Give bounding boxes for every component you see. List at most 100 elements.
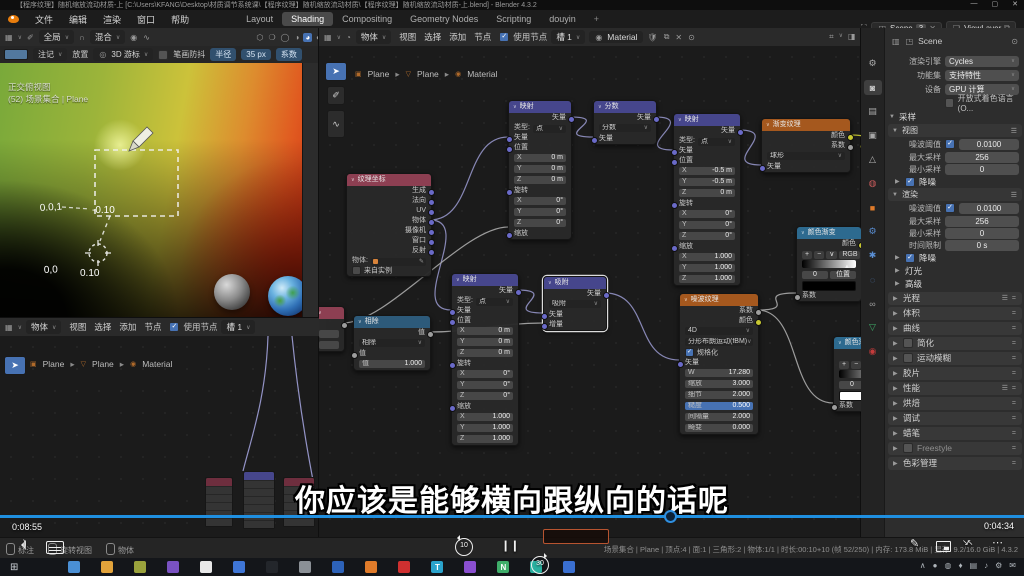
checkbox[interactable]: ✓ bbox=[905, 253, 915, 263]
socket-窗口[interactable] bbox=[428, 239, 435, 246]
video-progress-handle[interactable] bbox=[664, 510, 677, 523]
collapse-降噪[interactable]: ▶✓降噪 bbox=[885, 251, 1024, 264]
node-dropdown[interactable]: 4D∨ bbox=[685, 327, 753, 335]
socket-矢量[interactable] bbox=[677, 361, 684, 368]
node-clipped-node[interactable]: ∨ bbox=[319, 306, 345, 352]
socket-缩放[interactable] bbox=[506, 232, 513, 239]
video-progress-bar[interactable] bbox=[0, 515, 1024, 518]
socket-法向[interactable] bbox=[428, 199, 435, 206]
ramp-button[interactable]: RGB bbox=[839, 251, 860, 259]
tab-material[interactable]: ◉ bbox=[864, 344, 882, 359]
socket-位置[interactable] bbox=[671, 159, 678, 166]
panel-调试[interactable]: ▶调试= bbox=[888, 412, 1022, 426]
panel-体积[interactable]: ▶体积= bbox=[888, 307, 1022, 321]
node-value-field[interactable]: X0 m bbox=[457, 327, 513, 335]
shading-wireframe-icon[interactable]: ◯ bbox=[280, 33, 291, 42]
blender-logo-icon[interactable] bbox=[8, 15, 19, 23]
socket-矢量[interactable] bbox=[603, 292, 610, 299]
fullscreen-exit-icon[interactable]: ↘↖ bbox=[962, 538, 971, 547]
socket-摄像机[interactable] bbox=[428, 229, 435, 236]
node-value-field[interactable]: 细节2.000 bbox=[685, 391, 753, 399]
socket-矢量[interactable] bbox=[591, 137, 598, 144]
node-noise-texture[interactable]: ∨噪波纹理系数颜色4D∨分形布朗运动(fBM)∨✓规格化矢量W17.280缩放3… bbox=[679, 293, 759, 435]
tab-constraints[interactable]: ∞ bbox=[864, 296, 882, 311]
node-header[interactable]: ∨噪波纹理 bbox=[680, 294, 758, 306]
captions-icon[interactable] bbox=[46, 541, 64, 554]
socket-颜色[interactable] bbox=[755, 319, 762, 326]
tab-scene[interactable]: △ bbox=[864, 152, 882, 167]
socket-旋转[interactable] bbox=[671, 202, 678, 209]
socket-矢量[interactable] bbox=[737, 129, 744, 136]
ramp-index-field[interactable]: 0 bbox=[839, 381, 861, 389]
socket-系数[interactable] bbox=[831, 404, 838, 411]
shading-solid-icon[interactable]: ◑ bbox=[293, 33, 300, 42]
property-value-field[interactable]: 0 s bbox=[945, 240, 1019, 251]
node-menu-视图[interactable]: 视图 bbox=[65, 320, 90, 334]
node-texcoord[interactable]: ∨纹理坐标生成法向UV物体摄像机窗口反射物体:✎来自实例 bbox=[346, 173, 432, 277]
tray-icon-7[interactable]: ⚙ bbox=[995, 561, 1002, 570]
node-menu-节点[interactable]: 节点 bbox=[140, 320, 165, 334]
node-mapping-2[interactable]: ∨映射矢量类型:点∨矢量位置X-0.5 mY-0.5 mZ0 m旋转X0°Y0°… bbox=[673, 113, 741, 286]
collapse-降噪[interactable]: ▶✓降噪 bbox=[885, 175, 1024, 188]
overlays-icon[interactable]: ❍ bbox=[267, 33, 276, 42]
node-header[interactable]: ∨映射 bbox=[452, 274, 518, 286]
panel-色彩管理[interactable]: ▶色彩管理= bbox=[888, 457, 1022, 471]
node-value-field[interactable]: Y0° bbox=[514, 208, 566, 216]
node-value-field[interactable]: X1.000 bbox=[679, 253, 735, 261]
socket-位置[interactable] bbox=[449, 319, 456, 326]
object-field[interactable]: ✎ bbox=[371, 258, 426, 266]
node-value-field[interactable]: X1.000 bbox=[457, 413, 513, 421]
node-value-field[interactable]: Y0 m bbox=[514, 165, 566, 173]
snap-magnet-icon[interactable]: ∩ bbox=[78, 33, 86, 42]
minimize-button[interactable]: — bbox=[971, 0, 978, 8]
tray-icon-6[interactable]: ♪ bbox=[984, 561, 988, 570]
node-mapping-1[interactable]: ∨映射矢量类型:点∨矢量位置X0 mY0 mZ0 m旋转X0°Y0°Z0°缩放 bbox=[508, 100, 572, 240]
socket-矢量[interactable] bbox=[541, 313, 548, 320]
orientation-dropdown[interactable]: 全局∨ bbox=[39, 30, 74, 44]
tray-icon-2[interactable]: ● bbox=[933, 561, 938, 570]
collapse-高级[interactable]: ▶高级 bbox=[885, 277, 1024, 290]
menu-窗口[interactable]: 窗口 bbox=[129, 11, 163, 28]
collapse-icon[interactable]: ∨ bbox=[838, 337, 842, 349]
property-select[interactable]: 支持特性∨ bbox=[945, 70, 1019, 81]
node-value-field[interactable]: Z1.000 bbox=[457, 435, 513, 443]
node-value-field[interactable]: Z0 m bbox=[514, 176, 566, 184]
links-cut-tool-button[interactable]: ∿ bbox=[327, 110, 345, 138]
socket-位置[interactable] bbox=[506, 146, 513, 153]
property-value-field[interactable]: 0.0100 bbox=[959, 139, 1019, 150]
socket-UV[interactable] bbox=[428, 209, 435, 216]
pin-icon[interactable]: ⊙ bbox=[1010, 37, 1019, 46]
node-canvas[interactable]: ▣ Plane▸ ▽ Plane▸ ◉ Material ➤ ✐ ∿ ∨纹理坐标… bbox=[319, 46, 861, 537]
checkbox[interactable] bbox=[945, 98, 954, 108]
socket-矢量[interactable] bbox=[653, 116, 660, 123]
color-ramp-bar[interactable]: ▲ bbox=[839, 370, 861, 378]
node-header[interactable]: ∨分数 bbox=[594, 101, 656, 113]
socket-颜色[interactable] bbox=[858, 242, 862, 249]
collapse-icon[interactable]: ∨ bbox=[456, 274, 460, 286]
collapse-icon[interactable]: ∨ bbox=[598, 101, 602, 113]
annotation-color-swatch[interactable] bbox=[4, 49, 28, 60]
node-dropdown[interactable]: 点∨ bbox=[698, 138, 735, 146]
node-value-field[interactable]: W17.280 bbox=[685, 369, 753, 377]
socket-系数[interactable] bbox=[794, 294, 801, 301]
tab-view-layer[interactable]: ▣ bbox=[864, 128, 882, 143]
property-select[interactable]: Cycles∨ bbox=[945, 56, 1019, 67]
viewport-canvas[interactable]: 正交俯视图 (52) 场景集合 | Plane 0.0,1 -0.10 0,0 … bbox=[0, 63, 302, 317]
forward-30-button[interactable]: 30 bbox=[531, 556, 549, 574]
node-value-field[interactable] bbox=[319, 330, 339, 338]
select-box-tool-button[interactable]: ➤ bbox=[4, 356, 26, 375]
node-dropdown[interactable]: 球形∨ bbox=[767, 152, 845, 160]
annotation-layer-dropdown[interactable]: 注记∨ bbox=[33, 48, 67, 61]
snapping-icon[interactable]: ⌗ bbox=[828, 32, 835, 42]
editor-type-icon[interactable]: ▦ bbox=[4, 323, 14, 332]
node-header[interactable]: ∨吸附 bbox=[544, 277, 606, 289]
overlay-toggle-icon[interactable]: ◨ bbox=[847, 32, 857, 42]
workspace-tab[interactable]: Scripting bbox=[487, 12, 540, 26]
panel-运动模糊[interactable]: ▶运动模糊= bbox=[888, 352, 1022, 366]
volume-icon[interactable] bbox=[16, 540, 26, 550]
socket-矢量[interactable] bbox=[515, 289, 522, 296]
workspace-tab[interactable]: Shading bbox=[282, 12, 333, 26]
socket-颜色[interactable] bbox=[847, 134, 854, 141]
socket-缩放[interactable] bbox=[449, 405, 456, 412]
blend-dropdown[interactable]: 混合∨ bbox=[90, 30, 125, 44]
